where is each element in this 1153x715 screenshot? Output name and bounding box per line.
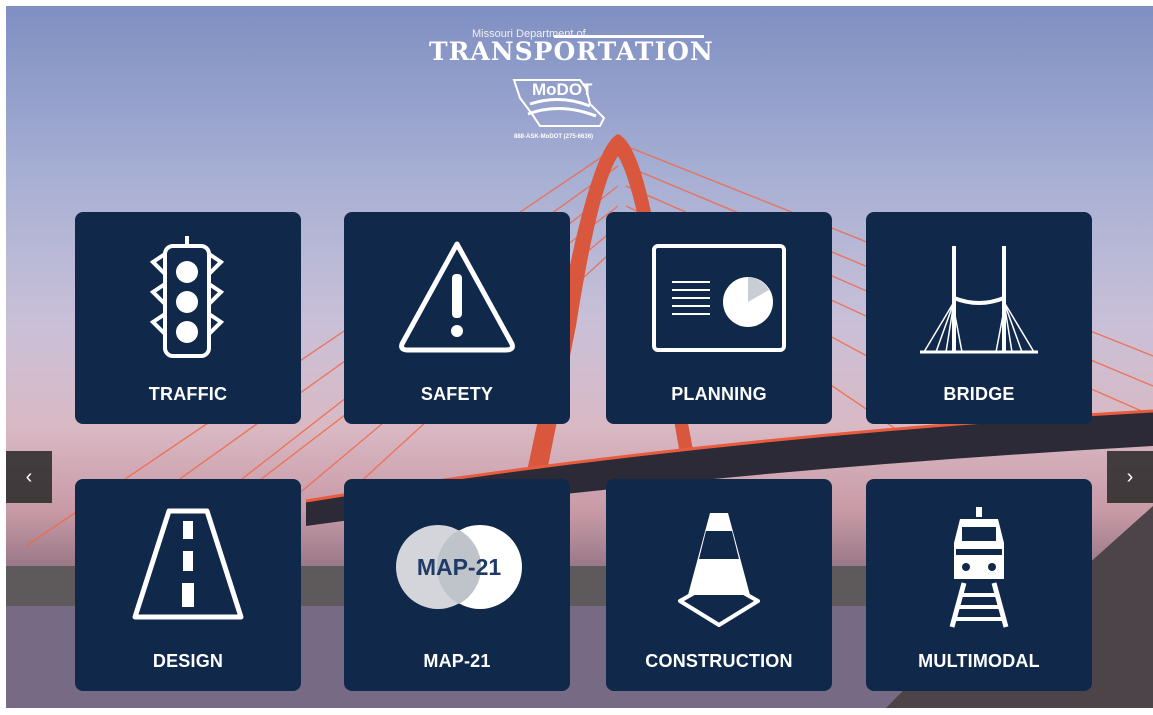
tile-multimodal[interactable]: MULTIMODAL (866, 479, 1092, 691)
tile-bridge[interactable]: BRIDGE (866, 212, 1092, 424)
tile-construction[interactable]: CONSTRUCTION (606, 479, 832, 691)
tile-design[interactable]: DESIGN (75, 479, 301, 691)
chevron-right-icon: › (1126, 465, 1134, 488)
tile-map21[interactable]: MAP-21 MAP-21 (344, 479, 570, 691)
tile-label: SAFETY (420, 384, 494, 404)
tile-label: CONSTRUCTION (645, 651, 793, 671)
tile-label: MULTIMODAL (918, 651, 1040, 671)
logo-title: TRANSPORTATION (429, 37, 714, 66)
traffic-light-icon (149, 236, 225, 358)
modot-logo[interactable]: Missouri Department of TRANSPORTATION Mo… (426, 28, 713, 148)
train-icon (949, 507, 1009, 628)
presentation-chart-icon (652, 244, 786, 352)
tile-traffic[interactable]: TRAFFIC (75, 212, 301, 424)
tile-label: TRAFFIC (148, 384, 228, 404)
carousel-prev-button[interactable]: ‹ (6, 451, 52, 503)
tile-label: MAP-21 (423, 651, 491, 671)
warning-icon (399, 241, 515, 353)
tile-safety[interactable]: SAFETY (344, 212, 570, 424)
carousel-next-button[interactable]: › (1107, 451, 1153, 503)
road-icon (132, 508, 244, 620)
tile-planning[interactable]: PLANNING (606, 212, 832, 424)
traffic-cone-icon (678, 513, 760, 627)
hero-background: Missouri Department of TRANSPORTATION Mo… (6, 6, 1153, 708)
logo-modot: MoDOT (532, 80, 593, 99)
map21-badge-text: MAP-21 (417, 554, 502, 580)
tile-label: BRIDGE (943, 384, 1015, 404)
map21-icon: MAP-21 (396, 525, 522, 609)
tile-label: DESIGN (152, 651, 224, 671)
logo-phone: 888-ASK-MoDOT (275-6636) (514, 134, 594, 140)
chevron-left-icon: ‹ (25, 465, 33, 488)
bridge-icon (920, 246, 1038, 354)
tile-label: PLANNING (671, 384, 767, 404)
